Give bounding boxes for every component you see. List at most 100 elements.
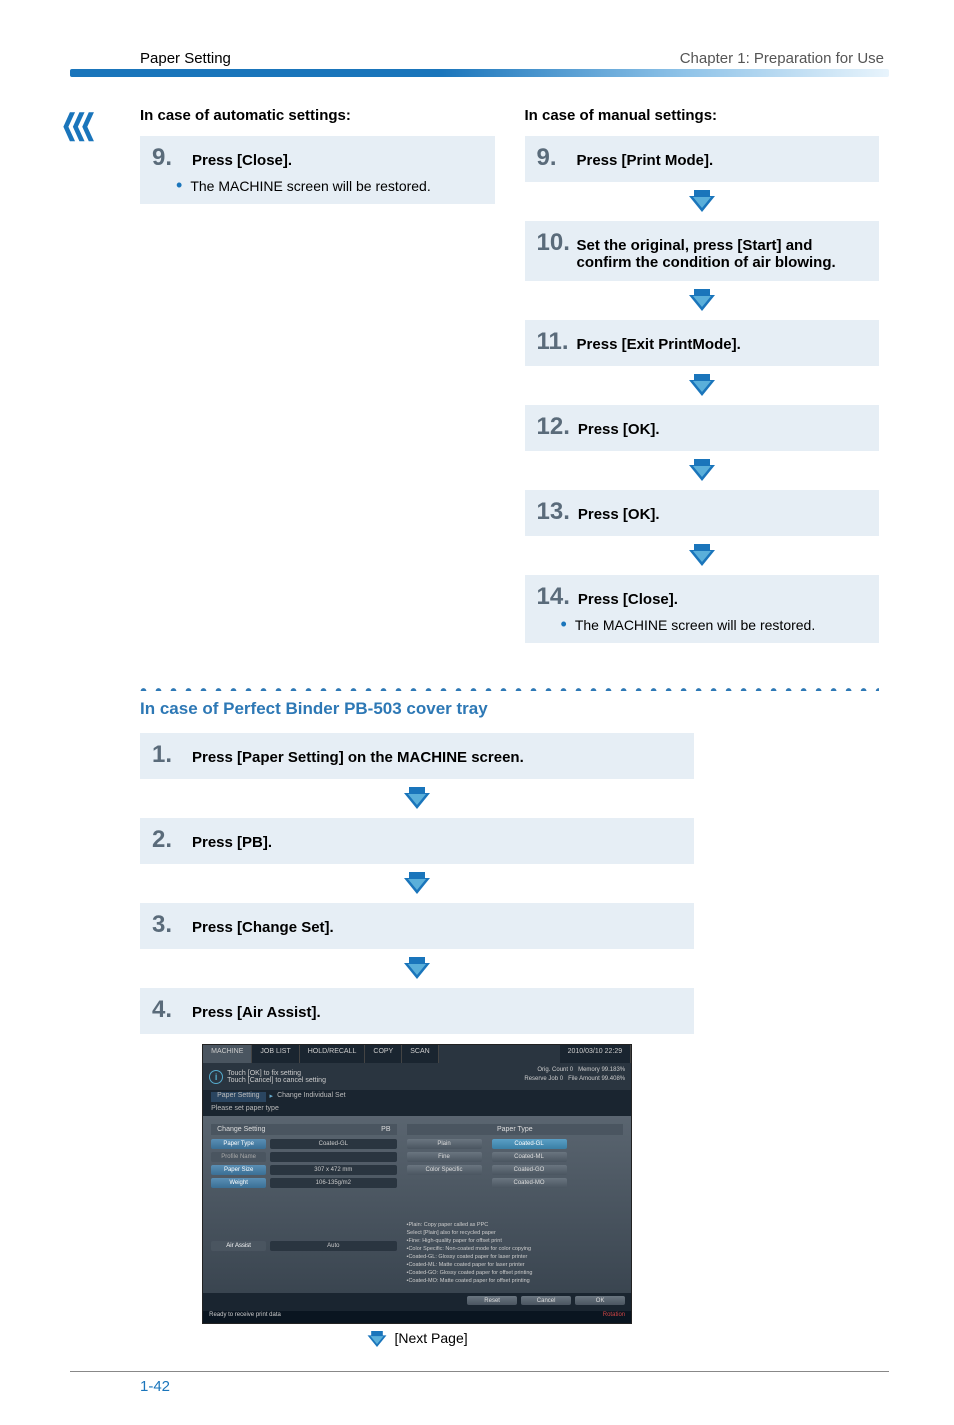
opt-color[interactable]: Color Specific [407, 1165, 482, 1175]
step-text: Press [Close]. [578, 587, 678, 608]
step-text: Press [Exit PrintMode]. [577, 332, 741, 353]
manual-step-14: 14. Press [Close]. • The MACHINE screen … [525, 575, 880, 643]
step-number: 11. [537, 328, 569, 356]
bullet-text: The MACHINE screen will be restored. [575, 617, 815, 633]
subhead: Please set paper type [203, 1104, 631, 1116]
step-text: Press [PB]. [192, 830, 272, 851]
paper-size-label[interactable]: Paper Size [211, 1165, 266, 1175]
paper-type-desc: •Plain: Copy paper called as PPC Select … [407, 1221, 624, 1285]
manual-heading: In case of manual settings: [525, 107, 880, 124]
crumb-change-set: Change Individual Set [277, 1092, 346, 1102]
weight-val: 106-135g/m2 [270, 1178, 396, 1188]
opt-coated-ml[interactable]: Coated-ML [492, 1152, 567, 1162]
opt-coated-go[interactable]: Coated-GO [492, 1165, 567, 1175]
step-number: 10. [537, 229, 569, 257]
arrow-down-icon [140, 872, 694, 897]
dotted-divider: ••••••••••••••••••••••••••••••••••••••••… [140, 681, 879, 691]
step-number: 4. [152, 996, 184, 1024]
reserve-val: 0 [560, 1076, 563, 1082]
arrow-down-icon [140, 957, 694, 982]
manual-step-13: 13. Press [OK]. [525, 490, 880, 536]
step-number: 14. [537, 583, 570, 611]
bullet-icon: • [176, 178, 182, 194]
next-page-label: [Next Page] [394, 1330, 467, 1346]
reserve-label: Reserve Job [524, 1076, 558, 1082]
tab-joblist[interactable]: JOB LIST [252, 1045, 299, 1063]
status-left: Ready to receive print data [209, 1312, 281, 1322]
pb-step-4: 4. Press [Air Assist]. [140, 988, 694, 1034]
section-heading-pb503: In case of Perfect Binder PB-503 cover t… [140, 699, 879, 719]
opt-plain[interactable]: Plain [407, 1139, 482, 1149]
arrow-down-icon [525, 190, 880, 215]
step-number: 2. [152, 826, 184, 854]
air-assist-val: Auto [270, 1241, 396, 1251]
step-number: 1. [152, 741, 184, 769]
step-text: Press [Paper Setting] on the MACHINE scr… [192, 745, 524, 766]
paper-type-label[interactable]: Paper Type [211, 1139, 266, 1149]
step-text: Press [Air Assist]. [192, 1000, 321, 1021]
pb-step-3: 3. Press [Change Set]. [140, 903, 694, 949]
arrow-down-icon [525, 544, 880, 569]
step-text: Press [Print Mode]. [577, 148, 714, 169]
arrow-down-icon [525, 459, 880, 484]
header-left: Paper Setting [140, 50, 231, 67]
bullet-text: The MACHINE screen will be restored. [190, 178, 430, 194]
pb-step-2: 2. Press [PB]. [140, 818, 694, 864]
manual-step-10: 10. Set the original, press [Start] and … [525, 221, 880, 281]
profile-name-label: Profile Name [211, 1152, 266, 1162]
step-number: 9. [537, 144, 569, 172]
arrow-down-icon [367, 1331, 387, 1347]
auto-heading: In case of automatic settings: [140, 107, 495, 124]
step-text: Press [OK]. [578, 417, 660, 438]
arrow-down-icon [525, 289, 880, 314]
manual-step-11: 11. Press [Exit PrintMode]. [525, 320, 880, 366]
ok-button[interactable]: OK [575, 1296, 625, 1305]
opt-fine[interactable]: Fine [407, 1152, 482, 1162]
memory-val: 99.183% [601, 1067, 625, 1073]
orig-count-label: Orig. Count [537, 1067, 568, 1073]
paper-size-val: 307 x 472 mm [270, 1165, 396, 1175]
manual-step-12: 12. Press [OK]. [525, 405, 880, 451]
bullet-icon: • [561, 617, 567, 633]
air-assist-label[interactable]: Air Assist [211, 1241, 266, 1251]
right-panel-head: Paper Type [407, 1124, 624, 1135]
info-line2: Touch [Cancel] to cancel setting [227, 1077, 326, 1084]
timestamp: 2010/03/10 22:29 [560, 1045, 632, 1063]
left-panel-pb: PB [381, 1126, 390, 1133]
file-label: File Amount [568, 1076, 600, 1082]
arrow-down-icon [525, 374, 880, 399]
back-arrows-icon[interactable]: ❮❮❮ [61, 108, 89, 141]
step-number: 13. [537, 498, 570, 526]
auto-step-9: 9. Press [Close]. • The MACHINE screen w… [140, 136, 495, 204]
step-text: Press [Close]. [192, 148, 292, 169]
weight-label[interactable]: Weight [211, 1178, 266, 1188]
orig-count-val: 0 [570, 1067, 573, 1073]
header-right: Chapter 1: Preparation for Use [680, 50, 884, 67]
step-number: 9. [152, 144, 184, 172]
header-divider-bar [70, 69, 889, 77]
step-text: Press [Change Set]. [192, 915, 334, 936]
tab-holdrecall[interactable]: HOLD/RECALL [300, 1045, 366, 1063]
cancel-button[interactable]: Cancel [521, 1296, 571, 1305]
page-number: 1-42 [70, 1378, 889, 1395]
crumb-paper-setting[interactable]: Paper Setting [211, 1092, 265, 1102]
info-line1: Touch [OK] to fix setting [227, 1070, 326, 1077]
left-panel-head: Change Setting [217, 1126, 265, 1133]
profile-name-val [270, 1152, 396, 1162]
file-val: 99.408% [601, 1076, 625, 1082]
memory-label: Memory [578, 1067, 600, 1073]
arrow-down-icon [140, 787, 694, 812]
info-icon: i [209, 1070, 223, 1084]
tab-copy[interactable]: COPY [365, 1045, 402, 1063]
tab-scan[interactable]: SCAN [402, 1045, 438, 1063]
step-number: 3. [152, 911, 184, 939]
opt-coated-mo[interactable]: Coated-MO [492, 1178, 567, 1188]
pb-step-1: 1. Press [Paper Setting] on the MACHINE … [140, 733, 694, 779]
paper-type-val: Coated-GL [270, 1139, 396, 1149]
opt-coated-gl[interactable]: Coated-GL [492, 1139, 567, 1149]
reset-button[interactable]: Reset [467, 1296, 517, 1305]
step-text: Set the original, press [Start] and conf… [577, 233, 868, 271]
device-screenshot: MACHINE JOB LIST HOLD/RECALL COPY SCAN 2… [202, 1044, 632, 1324]
tab-machine[interactable]: MACHINE [203, 1045, 252, 1063]
step-number: 12. [537, 413, 570, 441]
